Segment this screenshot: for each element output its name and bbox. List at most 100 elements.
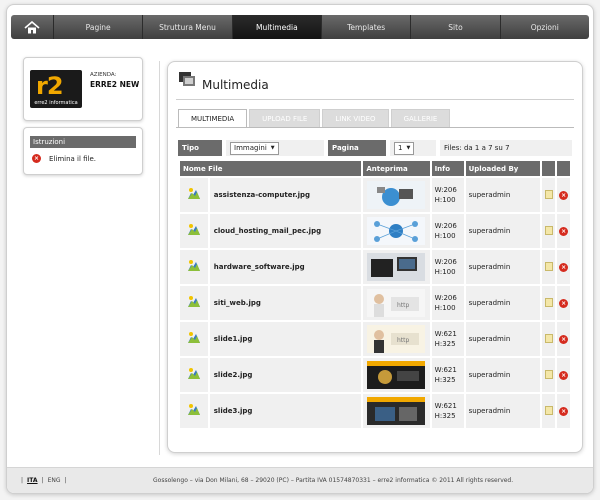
delete-icon[interactable]: × (559, 406, 569, 416)
info-cell: W:621 H:325 (431, 322, 464, 356)
delete-icon[interactable]: × (559, 262, 569, 272)
preview-thumbnail[interactable] (367, 253, 426, 281)
file-name[interactable]: slide2.jpg (209, 358, 362, 392)
image-width: W:206 (434, 258, 457, 266)
copyright-text: Gossolengo – via Don Milani, 68 – 29020 … (153, 477, 514, 484)
uploaded-by: superadmin (465, 250, 541, 284)
preview-thumbnail[interactable] (367, 181, 426, 209)
media-rows: assistenza-computer.jpg W:206 H:100 supe… (180, 178, 570, 428)
image-height: H:100 (434, 268, 456, 276)
company-name: ERRE2 NEW (90, 80, 140, 89)
uploaded-by: superadmin (465, 394, 541, 428)
preview-thumbnail[interactable]: http (367, 289, 426, 317)
tab-gallerie[interactable]: GALLERIE (390, 109, 451, 128)
delete-icon: × (32, 154, 41, 163)
edit-icon[interactable] (544, 261, 553, 271)
footer: | ITA | ENG | Gossolengo – via Don Milan… (7, 467, 593, 493)
table-row: assistenza-computer.jpg W:206 H:100 supe… (180, 178, 570, 212)
preview-thumbnail[interactable] (367, 397, 426, 425)
file-type-cell (180, 358, 208, 392)
uploaded-by: superadmin (465, 286, 541, 320)
delete-icon[interactable]: × (559, 298, 569, 308)
image-width: W:621 (434, 402, 457, 410)
page-select[interactable]: 1 ▼ (394, 141, 415, 155)
edit-icon[interactable] (544, 297, 553, 307)
image-height: H:325 (434, 340, 456, 348)
media-table: Nome File Anteprima Info Uploaded By ass… (178, 159, 572, 430)
file-name[interactable]: siti_web.jpg (209, 286, 362, 320)
image-file-icon (187, 224, 200, 235)
svg-text:http: http (397, 337, 410, 344)
image-height: H:100 (434, 196, 456, 204)
nav-item-sito[interactable]: Sito (411, 15, 501, 39)
delete-cell: × (557, 394, 570, 428)
file-name[interactable]: hardware_software.jpg (209, 250, 362, 284)
company-box: r2 erre2 informatica AZIENDA: ERRE2 NEW (23, 57, 143, 121)
lang-ita-link[interactable]: ITA (27, 477, 38, 484)
lang-eng-link[interactable]: ENG (48, 477, 61, 484)
type-label: Tipo (178, 140, 222, 156)
tab-link-video[interactable]: LINK VIDEO (322, 109, 389, 128)
image-width: W:206 (434, 222, 457, 230)
edit-icon[interactable] (544, 225, 553, 235)
image-file-icon (187, 260, 200, 271)
image-file-icon (187, 332, 200, 343)
delete-icon[interactable]: × (559, 370, 569, 380)
delete-icon[interactable]: × (559, 334, 569, 344)
preview-thumbnail[interactable] (367, 217, 426, 245)
edit-cell (542, 178, 556, 212)
tab-multimedia[interactable]: MULTIMEDIA (178, 109, 248, 128)
delete-cell: × (557, 214, 570, 248)
preview-thumbnail[interactable]: http (367, 325, 426, 353)
preview-thumbnail[interactable] (367, 361, 426, 389)
nav-home-button[interactable] (11, 15, 54, 39)
filter-row: Tipo Immagini ▼ Pagina 1 ▼ Files: da 1 a… (178, 140, 572, 156)
instructions-delete-text: Elimina il file. (49, 154, 97, 163)
file-type-cell (180, 178, 208, 212)
edit-cell (542, 322, 556, 356)
file-type-cell (180, 286, 208, 320)
nav-item-pagine[interactable]: Pagine (54, 15, 144, 39)
table-row: slide3.jpg W:621 H:325 superadmin × (180, 394, 570, 428)
table-row: slide2.jpg W:621 H:325 superadmin × (180, 358, 570, 392)
edit-icon[interactable] (544, 189, 553, 199)
column-header-anteprima: Anteprima (363, 161, 430, 176)
edit-icon[interactable] (544, 369, 553, 379)
file-name[interactable]: slide3.jpg (209, 394, 362, 428)
delete-icon[interactable]: × (559, 226, 569, 236)
nav-item-templates[interactable]: Templates (322, 15, 412, 39)
nav-item-struttura-menu[interactable]: Struttura Menu (143, 15, 233, 39)
preview-cell (363, 394, 430, 428)
delete-cell: × (557, 178, 570, 212)
files-count: Files: da 1 a 7 su 7 (440, 140, 572, 156)
image-height: H:325 (434, 376, 456, 384)
table-row: slide1.jpg http W:621 H:325 superadmin × (180, 322, 570, 356)
column-header-nome-file: Nome File (180, 161, 362, 176)
file-type-cell (180, 214, 208, 248)
preview-cell (363, 214, 430, 248)
page-select-value: 1 (398, 144, 403, 152)
delete-icon[interactable]: × (559, 190, 569, 200)
column-header-delete (557, 161, 570, 176)
table-row: siti_web.jpg http W:206 H:100 superadmin… (180, 286, 570, 320)
company-label: AZIENDA: (90, 72, 117, 78)
page-label: Pagina (328, 140, 386, 156)
delete-cell: × (557, 322, 570, 356)
file-name[interactable]: assistenza-computer.jpg (209, 178, 362, 212)
info-cell: W:206 H:100 (431, 178, 464, 212)
chevron-down-icon: ▼ (270, 145, 275, 151)
edit-icon[interactable] (544, 405, 553, 415)
preview-cell: http (363, 322, 430, 356)
edit-icon[interactable] (544, 333, 553, 343)
tab-upload-file[interactable]: UPLOAD FILE (249, 109, 321, 128)
nav-item-multimedia[interactable]: Multimedia (232, 15, 322, 39)
uploaded-by: superadmin (465, 358, 541, 392)
file-name[interactable]: cloud_hosting_mail_pec.jpg (209, 214, 362, 248)
preview-cell (363, 178, 430, 212)
file-name[interactable]: slide1.jpg (209, 322, 362, 356)
type-select[interactable]: Immagini ▼ (230, 141, 279, 155)
edit-cell (542, 250, 556, 284)
nav-item-opzioni[interactable]: Opzioni (501, 15, 589, 39)
type-cell: Immagini ▼ (226, 140, 324, 156)
company-logo: r2 erre2 informatica (30, 70, 82, 108)
